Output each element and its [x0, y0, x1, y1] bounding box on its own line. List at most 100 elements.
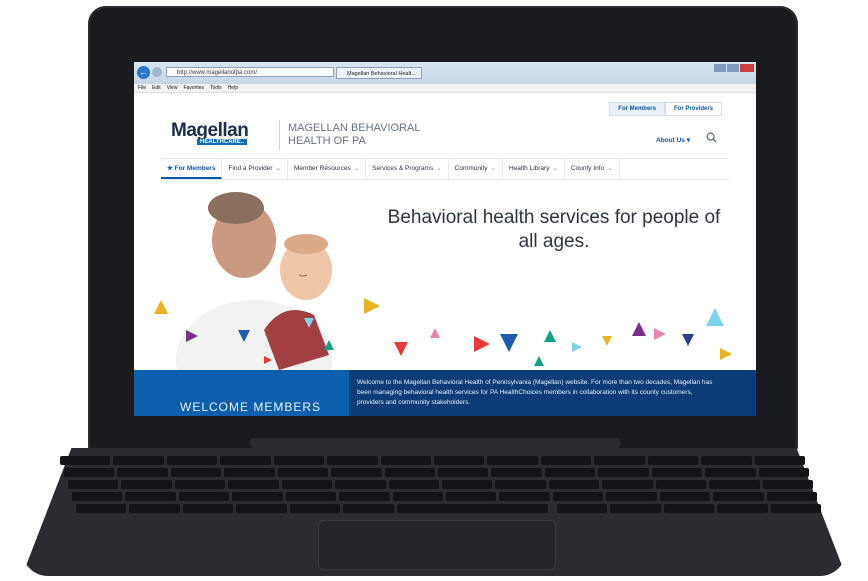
triangle-shape	[264, 356, 272, 364]
welcome-panel: WELCOME MEMBERS	[134, 370, 349, 416]
triangle-shape	[682, 334, 694, 346]
triangle-shape	[430, 328, 440, 338]
keyboard-key	[236, 504, 287, 513]
keyboard-key	[713, 492, 764, 501]
keyboard-key	[182, 504, 234, 513]
keyboard-key	[544, 468, 596, 477]
nav-label: Health Library	[509, 165, 550, 172]
keyboard-key	[220, 456, 271, 465]
nav-member-resources[interactable]: Member Resources ⌄	[288, 159, 367, 179]
keyboard-key	[552, 492, 604, 501]
triangle-shape	[324, 340, 334, 350]
keyboard-key	[289, 504, 341, 513]
keyboard-key	[709, 480, 760, 489]
menu-help[interactable]: Help	[228, 84, 238, 92]
menu-file[interactable]: File	[138, 84, 146, 92]
keyboard-key	[717, 504, 768, 513]
keyboard-key	[277, 468, 329, 477]
window-controls	[714, 64, 754, 72]
triangle-shape	[654, 328, 666, 340]
keyboard-key	[705, 468, 756, 477]
nav-county-info[interactable]: County Info ⌄	[565, 159, 620, 179]
keyboard-key	[651, 468, 703, 477]
keyboard-key	[388, 480, 439, 489]
keyboard-key	[442, 480, 493, 489]
keyboard-key	[384, 468, 435, 477]
keyboard-key	[285, 492, 337, 501]
chevron-down-icon: ⌄	[353, 165, 360, 172]
site-name: MAGELLAN BEHAVIORAL HEALTH OF PA	[288, 122, 421, 147]
triangle-shape	[474, 336, 490, 352]
keyboard-key	[335, 480, 386, 489]
keyboard-key	[113, 456, 164, 465]
welcome-text: Welcome to the Magellan Behavioral Healt…	[357, 379, 713, 406]
keyboard-key	[170, 468, 222, 477]
nav-label: Services & Programs	[372, 165, 434, 172]
keyboard-key	[766, 492, 817, 501]
keyboard-key	[647, 456, 699, 465]
minimize-icon[interactable]	[714, 64, 726, 72]
welcome-text-panel: Welcome to the Magellan Behavioral Healt…	[349, 370, 756, 416]
trackpad	[318, 520, 556, 570]
keyboard-key	[380, 456, 431, 465]
keyboard-key	[548, 480, 600, 489]
about-us-menu[interactable]: About Us ▾	[656, 136, 690, 144]
keyboard-key	[770, 504, 821, 513]
triangle-shape	[572, 342, 582, 352]
browser-tab[interactable]: Magellan Behavioral Healt...	[336, 67, 422, 79]
keyboard-key	[76, 504, 127, 513]
nav-health-library[interactable]: Health Library ⌄	[503, 159, 565, 179]
menu-view[interactable]: View	[167, 84, 178, 92]
keyboard-key	[68, 480, 119, 489]
back-arrow-icon[interactable]: ←	[137, 66, 150, 79]
nav-services-programs[interactable]: Services & Programs ⌄	[366, 159, 449, 179]
search-icon[interactable]	[706, 132, 717, 143]
keyboard-key	[606, 492, 657, 501]
keyboard-key	[499, 492, 550, 501]
keyboard-key	[602, 480, 653, 489]
triangle-shape	[602, 336, 612, 346]
nav-find-a-provider[interactable]: Find a Provider ⌄	[222, 159, 288, 179]
chevron-down-icon: ⌄	[607, 165, 613, 172]
nav-label: County Info	[570, 165, 605, 172]
hero-photo-father-baby	[176, 192, 332, 370]
nav-for-members[interactable]: ★ For Members	[161, 159, 223, 179]
keyboard-key	[594, 456, 645, 465]
magellan-logo[interactable]: Magellan HEALTHCARE..	[171, 120, 249, 145]
menu-favorites[interactable]: Favorites	[183, 84, 204, 92]
triangle-shape	[154, 300, 168, 314]
keyboard	[60, 456, 821, 518]
keyboard-key	[121, 480, 172, 489]
keyboard-key	[438, 468, 489, 477]
tab-for-providers[interactable]: For Providers	[664, 102, 722, 116]
laptop-screen: ← http://www.magellanofpa.com/ Magellan …	[134, 62, 756, 416]
tab-for-members[interactable]: For Members	[609, 102, 665, 116]
keyboard-key	[232, 492, 283, 501]
keyboard-key	[758, 468, 809, 477]
address-bar[interactable]: http://www.magellanofpa.com/	[166, 67, 334, 77]
forward-arrow-icon[interactable]	[152, 67, 162, 77]
keyboard-key	[343, 504, 394, 513]
keyboard-key	[434, 456, 485, 465]
chevron-down-icon: ⌄	[490, 165, 496, 172]
keyboard-key	[495, 480, 546, 489]
triangle-shape	[632, 322, 646, 336]
triangle-shape	[500, 334, 518, 352]
browser-menu-bar: File Edit View Favorites Tools Help	[134, 84, 756, 93]
keyboard-key	[178, 492, 230, 501]
chevron-down-icon: ⌄	[552, 165, 558, 172]
close-icon[interactable]	[740, 64, 754, 72]
maximize-icon[interactable]	[727, 64, 739, 72]
menu-edit[interactable]: Edit	[152, 84, 161, 92]
keyboard-key	[540, 456, 592, 465]
nav-label: For Members	[174, 165, 216, 172]
audience-tabs: For Members For Providers	[609, 102, 722, 116]
nav-community[interactable]: Community ⌄	[449, 159, 503, 179]
menu-tools[interactable]: Tools	[210, 84, 222, 92]
keyboard-key	[659, 492, 711, 501]
keyboard-key	[762, 480, 813, 489]
keyboard-key	[701, 456, 752, 465]
keyboard-key	[64, 468, 115, 477]
chevron-down-icon: ⌄	[436, 165, 442, 172]
keyboard-key	[655, 480, 707, 489]
